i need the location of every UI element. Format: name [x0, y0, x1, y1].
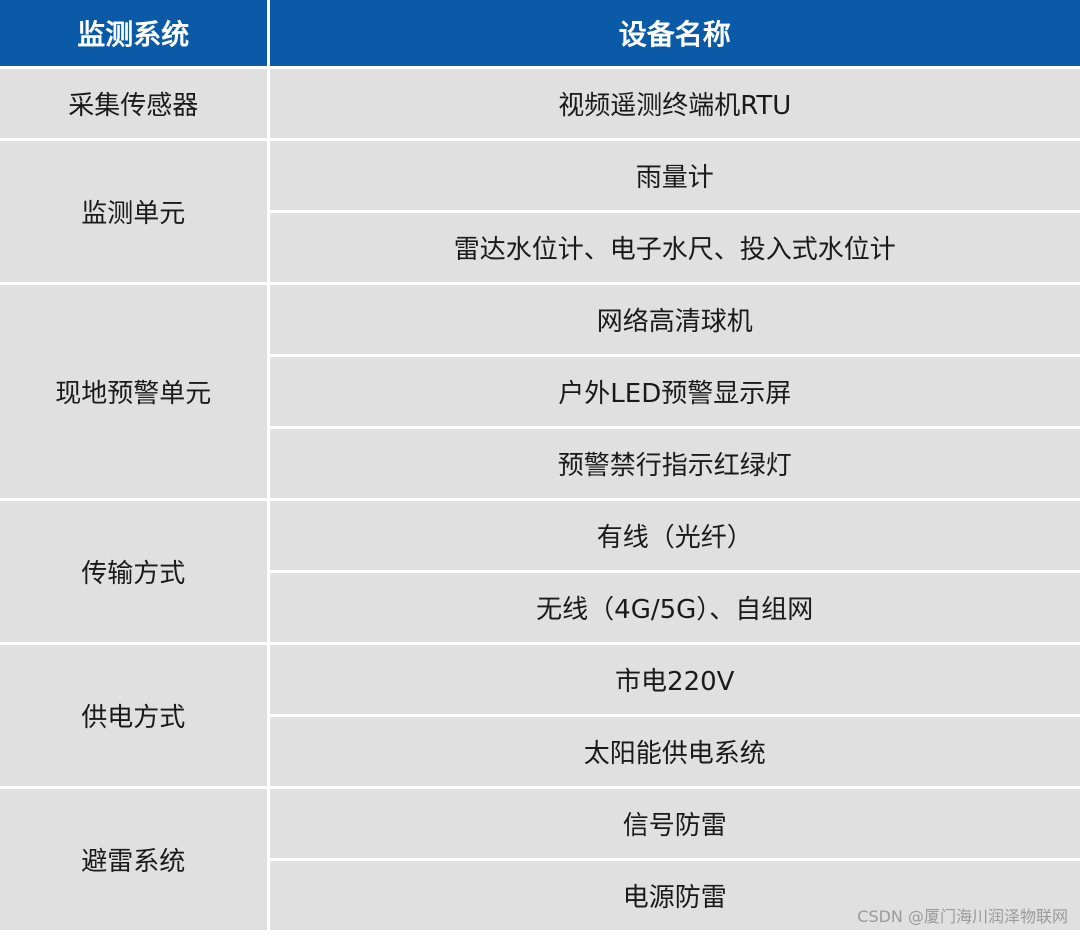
table-row: 监测单元 雨量计: [0, 138, 1080, 285]
device-cell: 无线（4G/5G）、自组网: [266, 570, 1080, 645]
table-body: 采集传感器 视频遥测终端机RTU 监测单元 雨量计 雷达水位计、电子水尺、投入式水位计现…: [0, 66, 1080, 933]
device-cell: 信号防雷: [266, 786, 1080, 861]
header-device: 设备名称: [266, 0, 1080, 69]
header-row: 监测系统 设备名称: [0, 0, 1080, 69]
device-cell: 网络高清球机: [266, 282, 1080, 357]
equipment-table: 监测系统 设备名称 采集传感器 视频遥测终端机RTU 监测单元 雨量计 雷达水位计、电子…: [0, 0, 1080, 933]
device-cell: 预警禁行指示红绿灯: [266, 426, 1080, 501]
header-system: 监测系统: [0, 0, 270, 69]
device-cell: 市电220V: [266, 642, 1080, 717]
device-cell: 雷达水位计、电子水尺、投入式水位计: [266, 210, 1080, 285]
system-cell: 采集传感器: [0, 66, 270, 141]
device-cell: 雨量计: [266, 138, 1080, 213]
table-row: 采集传感器 视频遥测终端机RTU: [0, 66, 1080, 141]
table-row: 供电方式 市电220V: [0, 642, 1080, 789]
device-cell: 有线（光纤）: [266, 498, 1080, 573]
watermark: CSDN @厦门海川润泽物联网: [857, 907, 1068, 926]
table-row: 现地预警单元 网络高清球机: [0, 282, 1080, 501]
table-row: 传输方式 有线（光纤）: [0, 498, 1080, 645]
system-cell: 避雷系统: [0, 786, 270, 933]
device-cell: 户外LED预警显示屏: [266, 354, 1080, 429]
device-cell: 视频遥测终端机RTU: [266, 66, 1080, 141]
system-cell: 监测单元: [0, 138, 270, 285]
system-cell: 供电方式: [0, 642, 270, 789]
table-row: 避雷系统 信号防雷: [0, 786, 1080, 933]
system-cell: 现地预警单元: [0, 282, 270, 501]
device-cell: 太阳能供电系统: [266, 714, 1080, 789]
system-cell: 传输方式: [0, 498, 270, 645]
